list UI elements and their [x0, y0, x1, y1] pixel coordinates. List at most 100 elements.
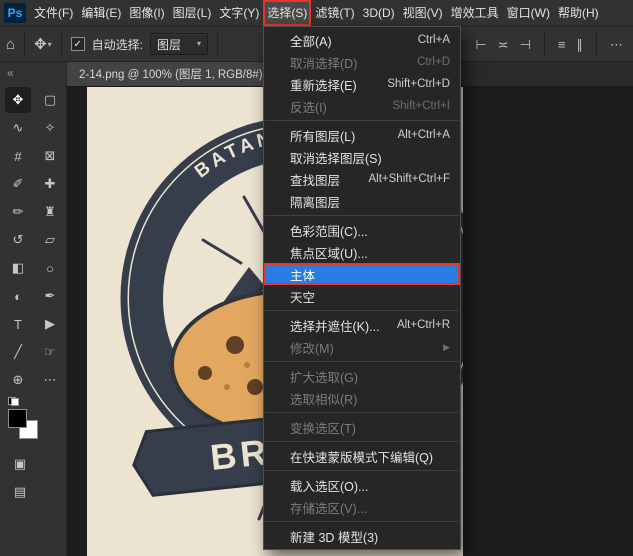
- default-colors-icon[interactable]: [8, 397, 19, 406]
- select-menu-item[interactable]: 取消选择图层(S): [264, 146, 460, 168]
- select-menu-item[interactable]: 重新选择(E) Shift+Ctrl+D: [264, 73, 460, 95]
- menu-item-label: 天空: [290, 290, 316, 305]
- menu-item-shortcut: Alt+Ctrl+A: [397, 129, 450, 141]
- eraser-tool[interactable]: ▱: [37, 227, 63, 253]
- move-tool[interactable]: ✥: [5, 87, 31, 113]
- options-divider: [24, 32, 26, 56]
- eyedropper-tool[interactable]: ✐: [5, 171, 31, 197]
- menubar-item-image[interactable]: 图像(I): [125, 0, 168, 26]
- brush-tool[interactable]: ✏: [5, 199, 31, 225]
- color-swatches: [8, 397, 42, 439]
- select-menu-item[interactable]: 隔离图层: [264, 190, 460, 212]
- clone-stamp-tool[interactable]: ♜: [37, 199, 63, 225]
- frame-tool[interactable]: ⊠: [37, 143, 63, 169]
- menu-item-label: 选择并遮住(K)...: [290, 319, 380, 334]
- menubar-item-edit[interactable]: 编辑(E): [77, 0, 125, 26]
- line-tool[interactable]: ╱: [5, 339, 31, 365]
- menu-divider: [265, 412, 459, 413]
- menu-item-label: 主体: [290, 268, 316, 283]
- rectangular-marquee-tool[interactable]: ▢: [37, 87, 63, 113]
- healing-brush-tool[interactable]: ✚: [37, 171, 63, 197]
- select-menu-item[interactable]: 天空: [264, 285, 460, 307]
- options-divider: [60, 32, 62, 56]
- menu-item-label: 变换选区(T): [290, 421, 356, 436]
- align-right-icon[interactable]: ⊣: [520, 38, 531, 51]
- submenu-arrow-icon: ▶: [443, 341, 450, 352]
- menu-item-label: 扩大选取(G): [290, 370, 359, 385]
- menubar-item-file[interactable]: 文件(F): [30, 0, 77, 26]
- gradient-tool[interactable]: ◧: [5, 255, 31, 281]
- more-options-icon[interactable]: ⋯: [610, 38, 623, 51]
- menubar-item-layer[interactable]: 图层(L): [169, 0, 216, 26]
- tool-preset-button[interactable]: ✥ ▾: [34, 37, 52, 52]
- type-tool[interactable]: T: [5, 311, 31, 337]
- edit-toolbar-icon[interactable]: ⋯: [37, 367, 63, 393]
- options-divider: [543, 32, 545, 56]
- menu-item-label: 修改(M): [290, 341, 334, 356]
- quick-mask-icon[interactable]: ▣: [10, 455, 30, 473]
- select-menu-item[interactable]: 在快速蒙版模式下编辑(Q): [264, 445, 460, 467]
- select-menu-item: 取消选择(D) Ctrl+D: [264, 51, 460, 73]
- menubar-item-filter[interactable]: 滤镜(T): [311, 0, 358, 26]
- path-selection-tool[interactable]: ▶: [37, 311, 63, 337]
- chevron-down-icon: ▾: [197, 38, 202, 48]
- menubar-item-help[interactable]: 帮助(H): [554, 0, 603, 26]
- move-tool-icon: ✥: [34, 35, 47, 53]
- options-right-icons: ⊢ ≍ ⊣ ≡ ∥ ⋯: [475, 32, 627, 56]
- select-menu-item[interactable]: 新建 3D 模型(3): [264, 525, 460, 547]
- menubar-items: 文件(F) 编辑(E) 图像(I) 图层(L) 文字(Y) 选择(S) 滤镜(T) 3D(D)…: [30, 0, 603, 26]
- select-menu-item[interactable]: 查找图层 Alt+Shift+Ctrl+F: [264, 168, 460, 190]
- auto-select-target-dropdown[interactable]: 图层 ▾: [150, 33, 209, 55]
- screen-mode-icon[interactable]: ▤: [10, 483, 30, 501]
- menubar-item-select[interactable]: 选择(S): [263, 0, 312, 26]
- distribute-vertical-icon[interactable]: ≡: [558, 38, 566, 51]
- select-menu-item: 存储选区(V)...: [264, 496, 460, 518]
- document-tab-title: 2-14.png @ 100% (图层 1, RGB/8#): [79, 69, 263, 81]
- select-menu-item[interactable]: 全部(A) Ctrl+A: [264, 29, 460, 51]
- options-divider: [217, 32, 219, 56]
- document-tab[interactable]: 2-14.png @ 100% (图层 1, RGB/8#): [67, 62, 276, 86]
- hand-tool[interactable]: ☞: [37, 339, 63, 365]
- menu-divider: [265, 310, 459, 311]
- select-menu-item: 反选(I) Shift+Ctrl+I: [264, 95, 460, 117]
- blur-tool[interactable]: ○: [37, 255, 63, 281]
- lasso-tool[interactable]: ∿: [5, 115, 31, 141]
- select-menu-item[interactable]: 所有图层(L) Alt+Ctrl+A: [264, 124, 460, 146]
- select-menu-item[interactable]: 选择并遮住(K)... Alt+Ctrl+R: [264, 314, 460, 336]
- star-icon: ✦: [141, 292, 154, 309]
- select-menu-item[interactable]: 色彩范围(C)...: [264, 219, 460, 241]
- menubar-item-type[interactable]: 文字(Y): [215, 0, 263, 26]
- quick-selection-tool[interactable]: ✧: [37, 115, 63, 141]
- menu-item-label: 新建 3D 模型(3): [290, 530, 379, 545]
- collapse-panel-icon[interactable]: «: [0, 62, 66, 80]
- menu-divider: [265, 215, 459, 216]
- dodge-tool[interactable]: ◐: [5, 283, 31, 309]
- auto-select-target-value: 图层: [157, 37, 182, 52]
- select-menu-item: 选取相似(R): [264, 387, 460, 409]
- menubar-item-plugins[interactable]: 增效工具: [447, 0, 503, 26]
- home-icon[interactable]: ⌂: [6, 37, 15, 52]
- pen-tool[interactable]: ✒: [37, 283, 63, 309]
- menubar-item-window[interactable]: 窗口(W): [503, 0, 554, 26]
- zoom-tool[interactable]: ⊕: [5, 367, 31, 393]
- menu-item-label: 选取相似(R): [290, 392, 358, 407]
- select-menu-item[interactable]: 载入选区(O)...: [264, 474, 460, 496]
- distribute-horizontal-icon[interactable]: ∥: [577, 38, 584, 51]
- foreground-color-swatch[interactable]: [8, 409, 27, 428]
- menu-item-shortcut: Alt+Ctrl+R: [396, 319, 450, 331]
- align-center-h-icon[interactable]: ≍: [498, 38, 509, 51]
- menubar-item-3d[interactable]: 3D(D): [359, 0, 399, 26]
- menu-item-label: 所有图层(L): [290, 129, 356, 144]
- menu-item-label: 存储选区(V)...: [290, 501, 368, 516]
- history-brush-tool[interactable]: ↺: [5, 227, 31, 253]
- menu-item-label: 隔离图层: [290, 195, 341, 210]
- select-menu-item[interactable]: 焦点区域(U)...: [264, 241, 460, 263]
- select-menu-item[interactable]: 主体: [264, 263, 460, 285]
- select-menu-item: 修改(M) ▶: [264, 336, 460, 358]
- menu-item-shortcut: Ctrl+A: [417, 34, 450, 46]
- align-left-icon[interactable]: ⊢: [475, 38, 486, 51]
- menubar-item-view[interactable]: 视图(V): [399, 0, 447, 26]
- crop-tool[interactable]: #: [5, 143, 31, 169]
- auto-select-checkbox[interactable]: ✓: [70, 37, 85, 51]
- menu-item-shortcut: Shift+Ctrl+I: [392, 100, 450, 112]
